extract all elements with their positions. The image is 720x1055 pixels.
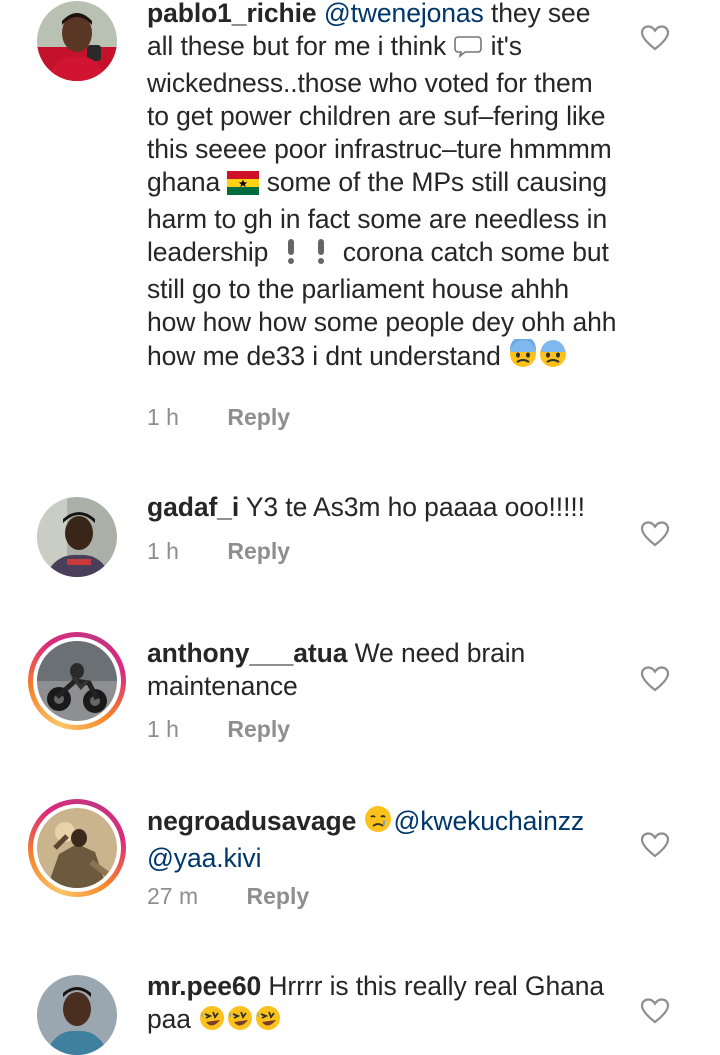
comment-text: mr.pee60 Hrrrr is this really real Ghana…	[147, 970, 617, 1040]
like-heart-icon[interactable]	[640, 24, 670, 52]
story-ring-avatar[interactable]	[28, 632, 126, 730]
like-heart-icon[interactable]	[640, 520, 670, 548]
comment-text: pablo1_richie @twenejonas they see all t…	[147, 0, 617, 377]
reply-button[interactable]: Reply	[227, 404, 290, 431]
thought-balloon-icon	[453, 33, 483, 67]
reply-button[interactable]: Reply	[227, 716, 290, 743]
like-heart-icon[interactable]	[640, 665, 670, 693]
exclamation-icon	[276, 237, 306, 273]
ghana-flag-icon	[227, 170, 260, 203]
comment-text: anthony___atua We need brain maintenance	[147, 637, 617, 703]
comment-meta: 1 h Reply	[147, 538, 290, 565]
comment-time: 1 h	[147, 716, 179, 742]
reply-button[interactable]: Reply	[247, 883, 310, 910]
comment-time: 1 h	[147, 538, 179, 564]
comment-text: gadaf_i Y3 te As3m ho paaaa ooo!!!!!	[147, 491, 617, 524]
avatar[interactable]	[37, 975, 117, 1055]
reply-button[interactable]: Reply	[227, 538, 290, 565]
like-heart-icon[interactable]	[640, 831, 670, 859]
mention-link[interactable]: @yaa.kivi	[147, 843, 261, 873]
comment-meta: 1 h Reply	[147, 716, 290, 743]
like-heart-icon[interactable]	[640, 997, 670, 1025]
comment-username[interactable]: gadaf_i	[147, 492, 239, 522]
avatar[interactable]	[37, 1, 117, 81]
comment-time: 27 m	[147, 883, 199, 909]
comment-text: negroadusavage @kwekuchainzz @yaa.kivi	[147, 804, 617, 875]
comment-text-part: Y3 te As3m ho paaaa ooo!!!!!	[239, 492, 585, 522]
avatar[interactable]	[37, 497, 117, 577]
comment-username[interactable]: anthony___atua	[147, 638, 347, 668]
comment-username[interactable]: mr.pee60	[147, 971, 261, 1001]
fearful-face-icon	[508, 336, 538, 377]
exclamation-icon	[306, 237, 336, 273]
crying-face-icon	[363, 804, 393, 842]
mention-link[interactable]: @twenejonas	[324, 0, 484, 28]
comment-time: 1 h	[147, 404, 179, 430]
comment-meta: 1 h Reply	[147, 404, 290, 431]
fearful-face-icon	[538, 339, 568, 377]
mention-link[interactable]: @kwekuchainzz	[393, 806, 584, 836]
story-ring-avatar[interactable]	[28, 799, 126, 897]
comment-meta: 27 m Reply	[147, 883, 309, 910]
comment-username[interactable]: pablo1_richie	[147, 0, 317, 28]
comment-username[interactable]: negroadusavage	[147, 806, 356, 836]
